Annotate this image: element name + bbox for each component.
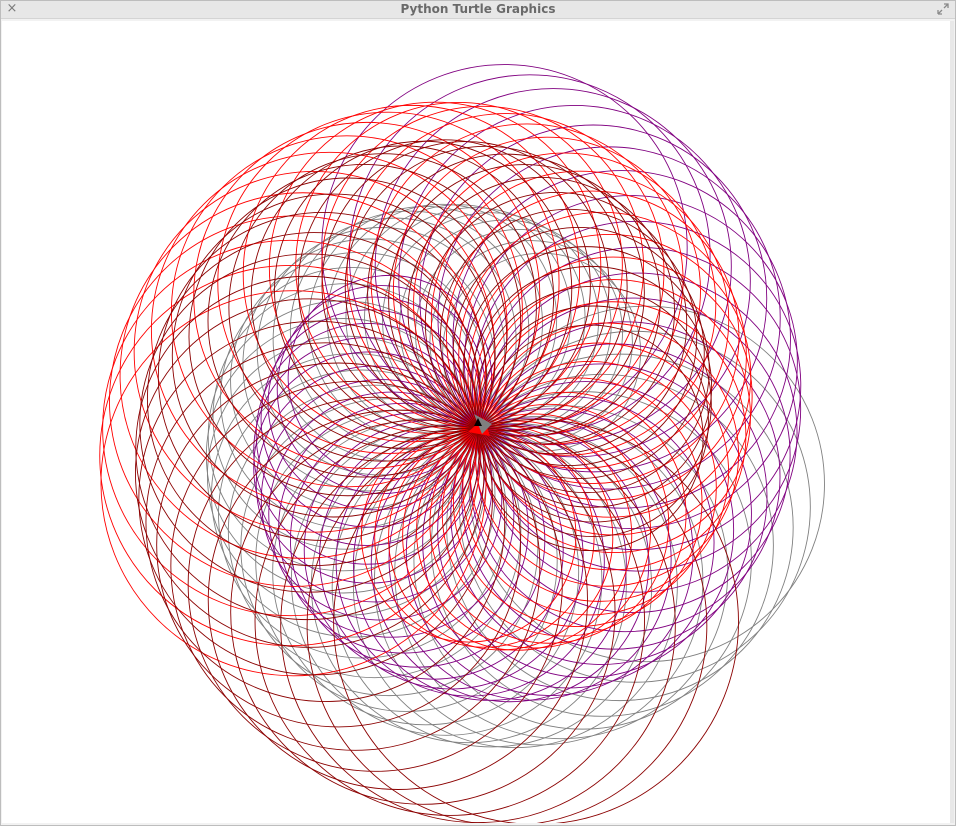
- title-bar[interactable]: × Python Turtle Graphics: [1, 1, 955, 19]
- turtle-canvas[interactable]: [2, 21, 950, 823]
- window-frame-edge: [950, 21, 954, 823]
- turtle-window: × Python Turtle Graphics: [0, 0, 956, 826]
- maximize-icon[interactable]: [936, 1, 950, 17]
- window-title: Python Turtle Graphics: [400, 2, 556, 16]
- drawing-surface: [2, 21, 950, 823]
